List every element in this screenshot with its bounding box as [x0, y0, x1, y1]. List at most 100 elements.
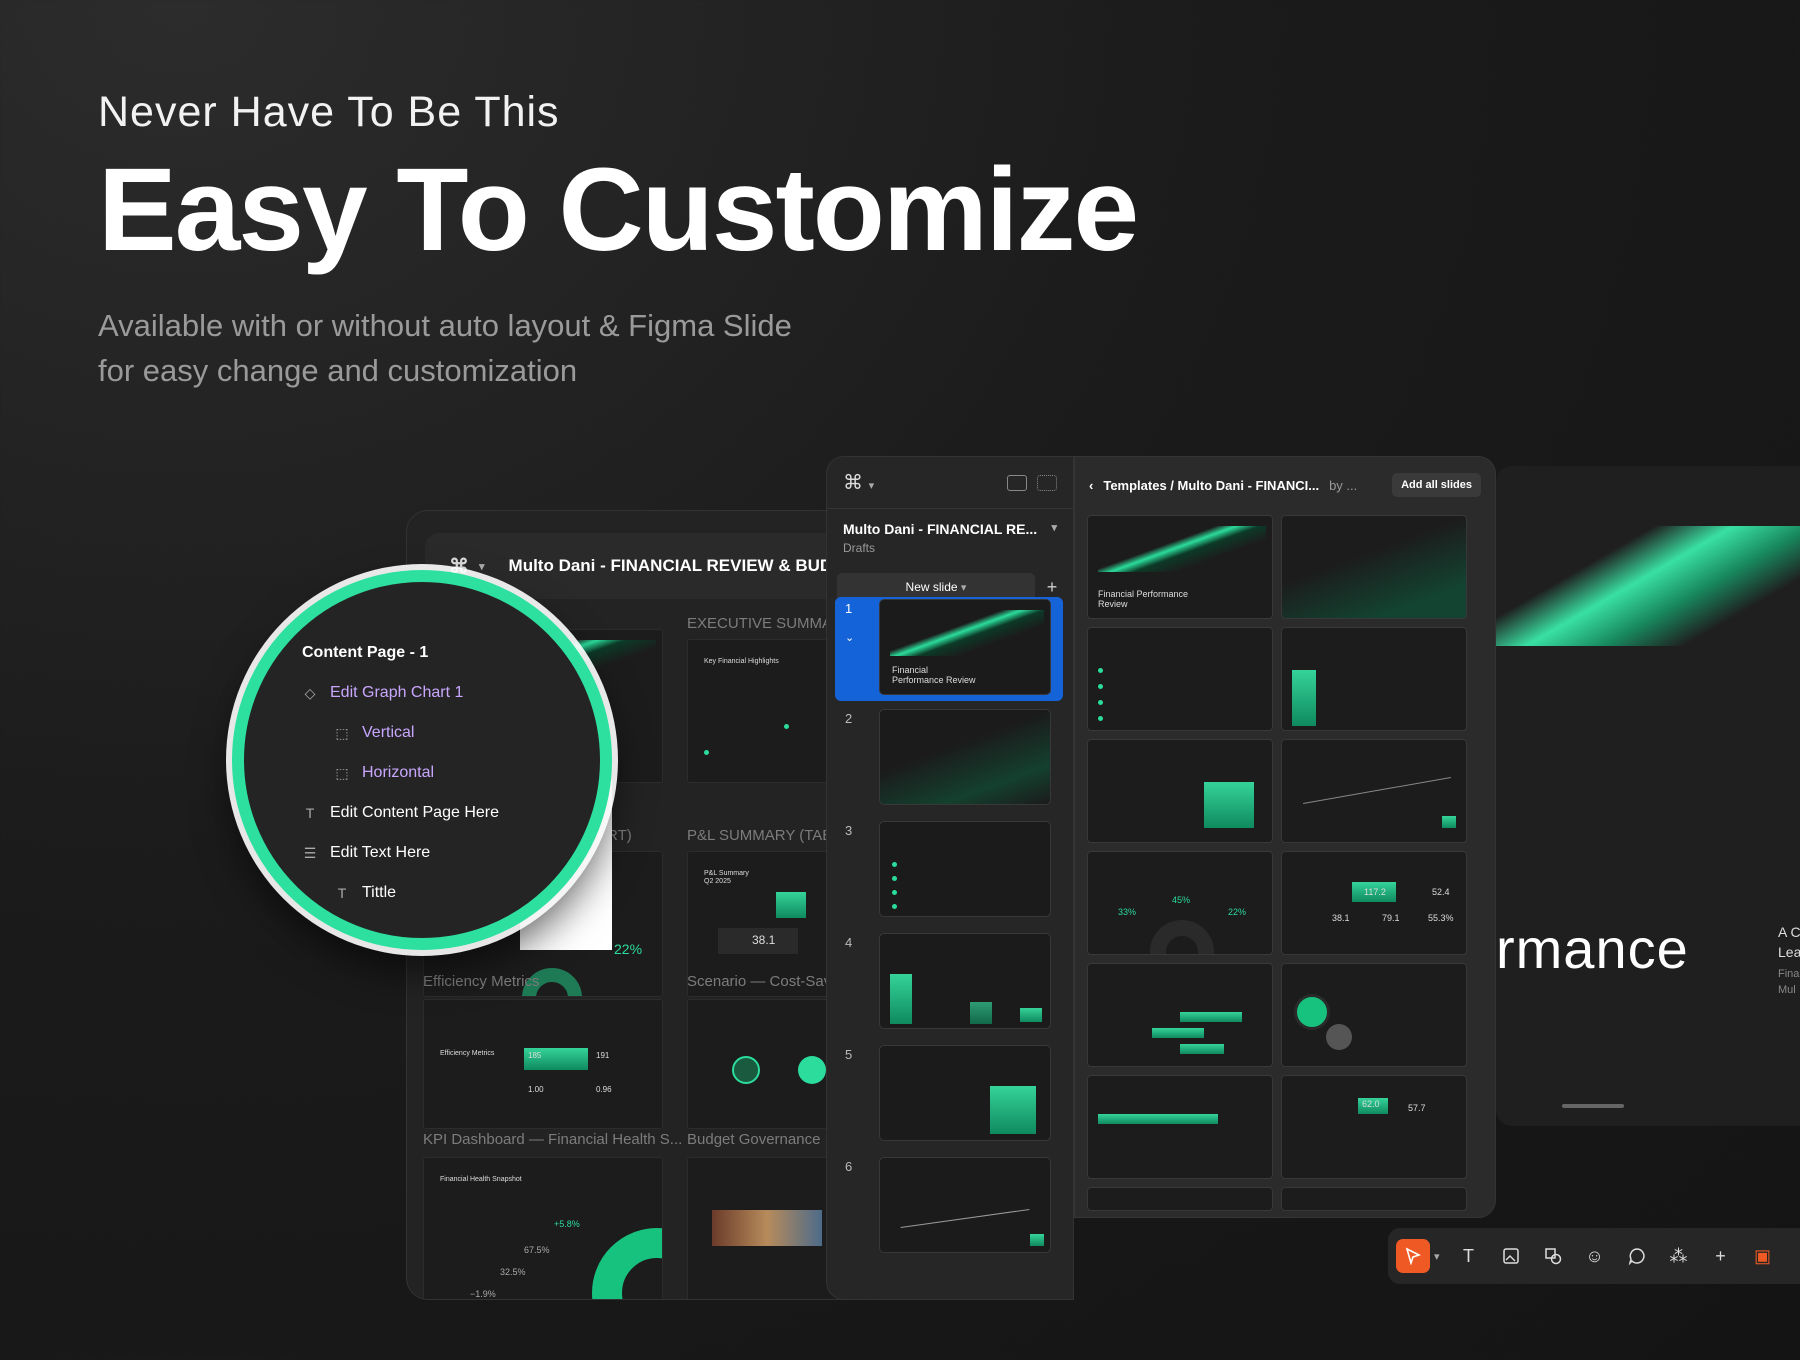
- list-dot: [892, 890, 897, 895]
- template-thumb-9[interactable]: [1087, 963, 1273, 1067]
- kpi-value: +5.8%: [554, 1219, 580, 1229]
- template-thumb-14[interactable]: [1281, 1187, 1467, 1211]
- components-tool-icon[interactable]: ⁂: [1666, 1243, 1692, 1269]
- bar: [1180, 1044, 1224, 1054]
- scroll-handle[interactable]: [1562, 1104, 1624, 1108]
- templates-header: ‹ Templates / Multo Dani - FINANCI... by…: [1075, 457, 1495, 513]
- slide-row-1[interactable]: 1 ⌄ Financial Performance Review: [835, 597, 1063, 701]
- slide-row-6[interactable]: 6: [835, 1155, 1063, 1259]
- layer-edit-content[interactable]: T Edit Content Page Here: [302, 804, 499, 822]
- slide-number: 6: [845, 1159, 853, 1174]
- preview-side-text-2: Fina Mul: [1778, 966, 1799, 998]
- slide-thumb-kpi-snapshot[interactable]: Financial Health Snapshot +5.8% 67.5% 32…: [423, 1157, 663, 1299]
- slide-thumb: [879, 821, 1051, 917]
- bar: [1204, 782, 1254, 828]
- kpi-value: 32.5%: [500, 1267, 526, 1277]
- chevron-down-icon[interactable]: ▾: [1434, 1250, 1440, 1263]
- chart-dot: [704, 750, 709, 755]
- add-all-slides-button[interactable]: Add all slides: [1392, 473, 1481, 497]
- kpi-value: 67.5%: [524, 1245, 550, 1255]
- slide-row-4[interactable]: 4: [835, 931, 1063, 1035]
- slide-row-5[interactable]: 5: [835, 1043, 1063, 1147]
- panel-view-icon[interactable]: [1007, 474, 1027, 491]
- chevron-down-icon: ▾: [960, 581, 967, 594]
- chevron-down-icon[interactable]: ▾: [1051, 521, 1057, 537]
- slide-row-2[interactable]: 2: [835, 707, 1063, 811]
- section-label-executive: EXECUTIVE SUMMAI: [687, 615, 837, 632]
- template-thumb-11[interactable]: [1087, 1075, 1273, 1179]
- layer-page[interactable]: Content Page - 1: [302, 644, 428, 662]
- donut-chart: [592, 1228, 662, 1299]
- slide-number: 2: [845, 711, 853, 726]
- bar: [890, 974, 912, 1024]
- layer-title[interactable]: T Tittle: [334, 884, 396, 902]
- text-icon: T: [305, 805, 315, 821]
- template-thumb-3[interactable]: [1087, 627, 1273, 731]
- stamp-tool-icon[interactable]: ☺: [1582, 1243, 1608, 1269]
- template-thumb-4[interactable]: [1281, 627, 1467, 731]
- add-tool-icon[interactable]: +: [1708, 1243, 1734, 1269]
- template-thumb-5[interactable]: [1087, 739, 1273, 843]
- comment-tool-icon[interactable]: [1624, 1243, 1650, 1269]
- file-title-row[interactable]: Multo Dani - FINANCIAL RE... ▾: [827, 509, 1073, 537]
- add-slide-icon[interactable]: +: [1041, 577, 1063, 598]
- preview-side-line: A C: [1778, 924, 1800, 940]
- bar: [1442, 816, 1456, 828]
- layer-edit-text[interactable]: ☰ Edit Text Here: [302, 844, 430, 862]
- section-label-kpi: KPI Dashboard — Financial Health S...: [423, 1131, 683, 1148]
- move-tool-icon[interactable]: [1396, 1239, 1430, 1273]
- mini-title: P&L Summary Q2 2025: [704, 870, 749, 885]
- template-thumb-8[interactable]: 117.2 52.4 38.1 79.1 55.3%: [1281, 851, 1467, 955]
- template-thumb-13[interactable]: [1087, 1187, 1273, 1211]
- chevron-down-icon[interactable]: ▾: [479, 560, 485, 573]
- template-thumb-7[interactable]: 45% 33% 22%: [1087, 851, 1273, 955]
- component-icon: ◇: [304, 684, 316, 701]
- slide-thumb-efficiency-metrics[interactable]: Efficiency Metrics 185 191 1.00 0.96: [423, 999, 663, 1129]
- grid-view-icon[interactable]: [1037, 474, 1057, 491]
- templates-breadcrumb[interactable]: Templates / Multo Dani - FINANCI...: [1103, 478, 1319, 493]
- stat-value: 117.2: [1364, 887, 1386, 897]
- minus-circle-icon: [732, 1056, 760, 1084]
- list-dot: [892, 904, 897, 909]
- photo-placeholder: [712, 1210, 822, 1246]
- bar: [1098, 1114, 1218, 1124]
- chart-value: 22%: [614, 941, 643, 957]
- back-chevron-icon[interactable]: ‹: [1089, 478, 1093, 493]
- layer-vertical[interactable]: ⬚ Vertical: [334, 724, 414, 742]
- slide-row-3[interactable]: 3: [835, 819, 1063, 923]
- section-label-scenario: Scenario — Cost-Sav: [687, 973, 832, 990]
- bar: [1152, 1028, 1204, 1038]
- mini-title: Efficiency Metrics: [440, 1050, 495, 1057]
- chevron-down-icon[interactable]: ⌄: [845, 631, 854, 644]
- layer-horizontal[interactable]: ⬚ Horizontal: [334, 764, 434, 782]
- slide-thumb: [879, 1045, 1051, 1141]
- metric-value: 1.00: [528, 1085, 544, 1094]
- metric-value: 0.96: [596, 1085, 612, 1094]
- chart-dot: [784, 724, 789, 729]
- layer-edit-graph[interactable]: ◇ Edit Graph Chart 1: [302, 684, 464, 702]
- layer-page-label: Content Page - 1: [302, 644, 429, 661]
- doc-circle-icon: [798, 1056, 826, 1084]
- present-icon[interactable]: ▣: [1750, 1243, 1776, 1269]
- bar: [1020, 1008, 1042, 1022]
- slide-thumb: Financial Performance Review: [879, 599, 1051, 695]
- slides-sidebar: ⌘ ▾ Multo Dani - FINANCIAL RE... ▾ Draft…: [826, 456, 1074, 1300]
- section-label-pl: P&L SUMMARY (TAB: [687, 827, 833, 844]
- text-tool-icon[interactable]: T: [1456, 1243, 1482, 1269]
- layer-label: Tittle: [362, 884, 397, 901]
- template-thumb-2[interactable]: [1281, 515, 1467, 619]
- slide-number: 4: [845, 935, 853, 950]
- list-dot: [1098, 684, 1103, 689]
- list-dot: [1098, 716, 1103, 721]
- template-thumb-1[interactable]: Financial Performance Review: [1087, 515, 1273, 619]
- template-thumb-12[interactable]: 62.0 57.7: [1281, 1075, 1467, 1179]
- template-thumb-6[interactable]: [1281, 739, 1467, 843]
- donut-chart: [1150, 920, 1214, 954]
- bar: [970, 1002, 992, 1024]
- layer-label: Horizontal: [362, 764, 435, 781]
- image-tool-icon[interactable]: [1498, 1243, 1524, 1269]
- mini-title: Key Financial Highlights: [704, 658, 779, 665]
- shape-tool-icon[interactable]: [1540, 1243, 1566, 1269]
- figma-menu-icon[interactable]: ⌘ ▾: [843, 470, 874, 495]
- template-thumb-10[interactable]: [1281, 963, 1467, 1067]
